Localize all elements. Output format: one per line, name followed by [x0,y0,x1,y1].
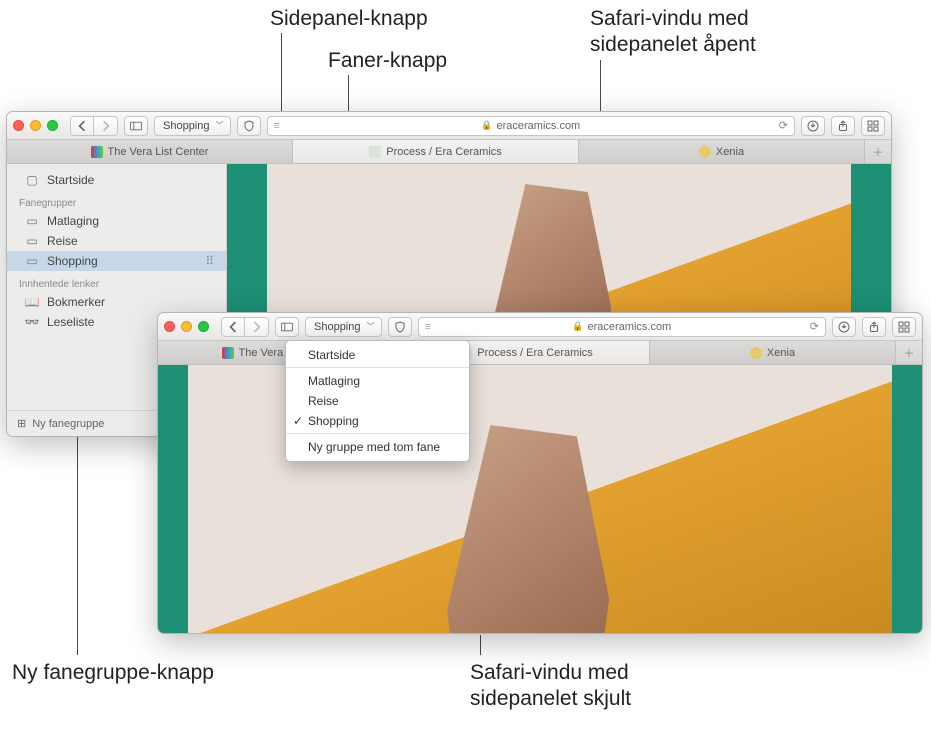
sidebar-item-label: Reise [47,234,78,248]
sidebar-item-label: Matlaging [47,214,99,228]
tab-label: The Vera List Center [108,146,209,158]
sidebar-section-groups: Fanegrupper [7,190,226,211]
new-tab-group-label: Ny fanegruppe [32,418,104,430]
dropdown-item[interactable]: Reise [286,391,469,411]
dropdown-item-start[interactable]: Startside [286,345,469,368]
callout-line [480,635,481,655]
tabs-icon: ▭ [25,214,39,228]
toolbar: Shopping ﹀ ≡ 🔒 eraceramics.com ⟳ [7,112,891,140]
url-host: eraceramics.com [587,321,671,333]
plus-box-icon: ⊞ [17,417,26,430]
book-icon: 📖 [25,295,39,309]
callout-line [600,60,601,111]
dropdown-item[interactable]: Matlaging [286,371,469,391]
forward-button[interactable] [94,116,118,136]
tab-groups-button[interactable]: Shopping ﹀ [154,116,231,136]
new-tab-button[interactable]: ＋ [896,341,922,364]
share-button[interactable] [862,317,886,337]
favicon [91,146,103,158]
tab[interactable]: Xenia [650,341,896,364]
close-window-button[interactable] [164,321,175,332]
new-tab-button[interactable]: ＋ [865,140,891,163]
window-controls [13,120,58,131]
chevron-down-icon: ﹀ [367,321,375,332]
forward-button[interactable] [245,317,269,337]
callout-window-open: Safari-vindu med sidepanelet åpent [590,6,756,59]
dropdown-item-new-group[interactable]: Ny gruppe med tom fane [286,437,469,457]
tab-groups-button[interactable]: Shopping ﹀ [305,317,382,337]
reader-icon: ≡ [425,321,431,333]
minimize-window-button[interactable] [30,120,41,131]
tab-label: Xenia [767,347,795,359]
nav-back-forward [221,317,269,337]
tab[interactable]: The Vera List Center [7,140,293,163]
chevron-down-icon: ﹀ [216,120,224,131]
downloads-button[interactable] [801,116,825,136]
tab-groups-label: Shopping [314,321,361,333]
favicon [750,347,762,359]
glasses-icon: 👓 [25,315,39,329]
zoom-window-button[interactable] [47,120,58,131]
sidebar-item-label: Startside [47,173,94,187]
downloads-button[interactable] [832,317,856,337]
callout-window-hidden: Safari-vindu med sidepanelet skjult [470,660,631,713]
sidebar-item-start[interactable]: ▢ Startside [7,170,226,190]
callout-sidebar-button: Sidepanel-knapp [270,6,428,32]
grid-view-icon[interactable]: ⠿ [205,254,214,268]
window-controls [164,321,209,332]
sidebar-item-bookmarks[interactable]: 📖 Bokmerker [7,292,226,312]
reload-icon[interactable]: ⟳ [779,119,788,132]
sidebar-item-group-selected[interactable]: ▭ Shopping ⠿ [7,251,226,271]
sidebar-item-group[interactable]: ▭ Reise [7,231,226,251]
favicon [369,146,381,158]
tab-label: Process / Era Ceramics [477,347,593,359]
back-button[interactable] [70,116,94,136]
favicon [222,347,234,359]
callout-line [77,420,78,655]
grid-icon: ▢ [25,173,39,187]
tab-overview-button[interactable] [892,317,916,337]
lock-icon: 🔒 [481,120,492,131]
tabs-icon: ▭ [25,234,39,248]
tab-overview-button[interactable] [861,116,885,136]
share-button[interactable] [831,116,855,136]
sidebar-item-label: Shopping [47,254,98,268]
reload-icon[interactable]: ⟳ [810,320,819,333]
address-bar[interactable]: ≡ 🔒 eraceramics.com ⟳ [418,317,827,337]
minimize-window-button[interactable] [181,321,192,332]
tab-groups-dropdown: Startside Matlaging Reise Shopping Ny gr… [285,340,470,462]
close-window-button[interactable] [13,120,24,131]
sidebar-toggle-button[interactable] [124,116,148,136]
favicon [699,146,711,158]
tab-groups-label: Shopping [163,120,210,132]
tabs-icon: ▭ [25,254,39,268]
tab[interactable]: Xenia [579,140,865,163]
callout-tabs-button: Faner-knapp [328,48,447,74]
tab-label: Process / Era Ceramics [386,146,502,158]
back-button[interactable] [221,317,245,337]
dropdown-item-selected[interactable]: Shopping [286,411,469,434]
reader-icon: ≡ [274,120,280,132]
tab-bar: The Vera List Center Process / Era Ceram… [158,341,922,365]
tab[interactable]: Process / Era Ceramics [293,140,579,163]
url-host: eraceramics.com [496,120,580,132]
tab-bar: The Vera List Center Process / Era Ceram… [7,140,891,164]
sidebar-toggle-button[interactable] [275,317,299,337]
sidebar-item-group[interactable]: ▭ Matlaging [7,211,226,231]
privacy-report-button[interactable] [388,317,412,337]
toolbar: Shopping ﹀ ≡ 🔒 eraceramics.com ⟳ [158,313,922,341]
privacy-report-button[interactable] [237,116,261,136]
tab-label: Xenia [716,146,744,158]
address-bar[interactable]: ≡ 🔒 eraceramics.com ⟳ [267,116,796,136]
sidebar-item-label: Leseliste [47,315,94,329]
callout-new-group-button: Ny fanegruppe-knapp [12,660,214,686]
lock-icon: 🔒 [572,321,583,332]
sidebar-section-links: Innhentede lenker [7,271,226,292]
nav-back-forward [70,116,118,136]
sidebar-item-label: Bokmerker [47,295,105,309]
zoom-window-button[interactable] [198,321,209,332]
page-content [158,365,922,633]
safari-window-sidebar-hidden: Shopping ﹀ ≡ 🔒 eraceramics.com ⟳ The Ver… [157,312,923,634]
